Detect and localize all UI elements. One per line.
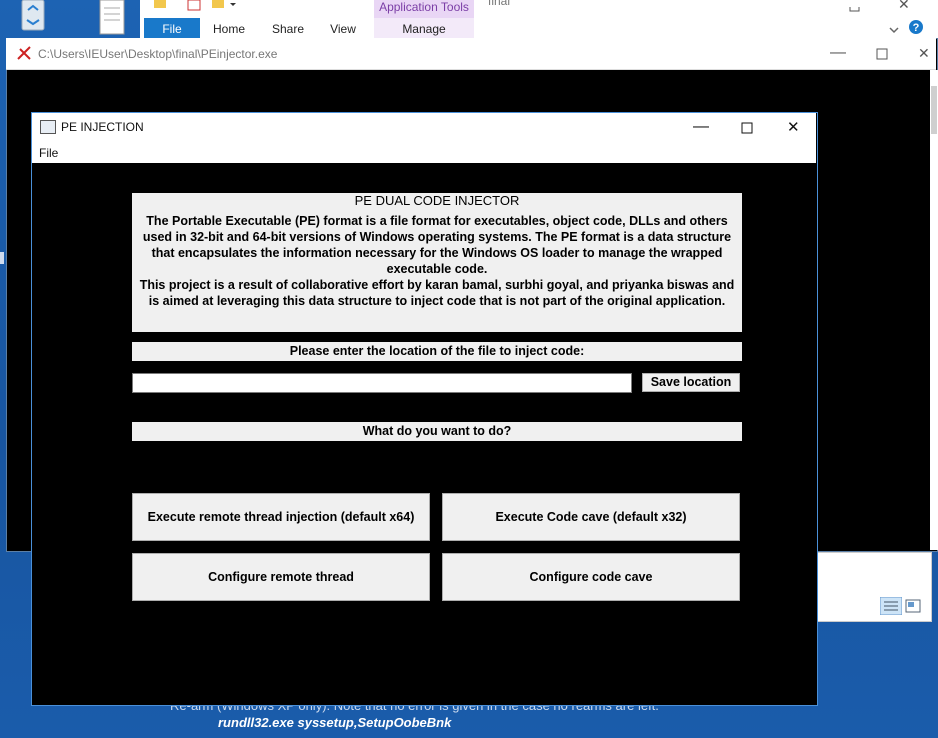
save-location-button[interactable]: Save location: [642, 373, 740, 392]
description-body: The Portable Executable (PE) format is a…: [139, 214, 735, 308]
large-icons-view-icon[interactable]: [905, 599, 921, 618]
explorer-close-icon[interactable]: ✕: [898, 0, 910, 13]
help-icon[interactable]: ?: [908, 19, 924, 40]
description-title: PE DUAL CODE INJECTOR: [354, 193, 520, 208]
background-command-text: rundll32.exe syssetup,SetupOobeBnk: [218, 715, 452, 730]
recycle-bin-icon[interactable]: [14, 0, 52, 34]
file-location-input[interactable]: [132, 373, 632, 393]
close-icon[interactable]: ✕: [787, 118, 800, 136]
console-title: C:\Users\IEUser\Desktop\final\PEinjector…: [38, 47, 278, 61]
details-view-icon[interactable]: [879, 596, 903, 620]
menu-file[interactable]: File: [39, 146, 58, 160]
tab-file[interactable]: File: [144, 18, 200, 40]
svg-text:?: ?: [913, 22, 920, 34]
execute-code-cave-button[interactable]: Execute Code cave (default x32): [442, 493, 740, 541]
tab-manage[interactable]: Manage: [374, 18, 474, 40]
quick-access-toolbar: [152, 0, 252, 19]
app-title: PE INJECTION: [61, 120, 144, 134]
execute-remote-thread-button[interactable]: Execute remote thread injection (default…: [132, 493, 430, 541]
maximize-icon[interactable]: [741, 121, 753, 139]
configure-code-cave-button[interactable]: Configure code cave: [442, 553, 740, 601]
action-prompt: What do you want to do?: [132, 422, 742, 441]
tab-home[interactable]: Home: [200, 18, 258, 40]
location-prompt: Please enter the location of the file to…: [132, 342, 742, 361]
console-minimize-icon[interactable]: —: [830, 44, 846, 62]
app-window-icon: [40, 120, 56, 134]
console-app-icon: [16, 45, 34, 66]
context-tab-application-tools[interactable]: Application Tools: [374, 0, 474, 18]
console-scrollbar-thumb[interactable]: [931, 86, 937, 134]
explorer-maximize-icon[interactable]: [848, 0, 862, 18]
console-maximize-icon[interactable]: [876, 47, 888, 65]
tab-view[interactable]: View: [318, 18, 368, 40]
desktop-edge-mark: [0, 252, 4, 264]
document-icon[interactable]: [96, 0, 130, 38]
minimize-icon[interactable]: —: [693, 118, 709, 136]
configure-remote-thread-button[interactable]: Configure remote thread: [132, 553, 430, 601]
explorer-title: final: [488, 0, 511, 8]
console-scrollbar[interactable]: [930, 70, 938, 550]
tab-share[interactable]: Share: [258, 18, 318, 40]
console-close-icon[interactable]: ✕: [918, 45, 930, 62]
app-menubar: [32, 143, 816, 163]
